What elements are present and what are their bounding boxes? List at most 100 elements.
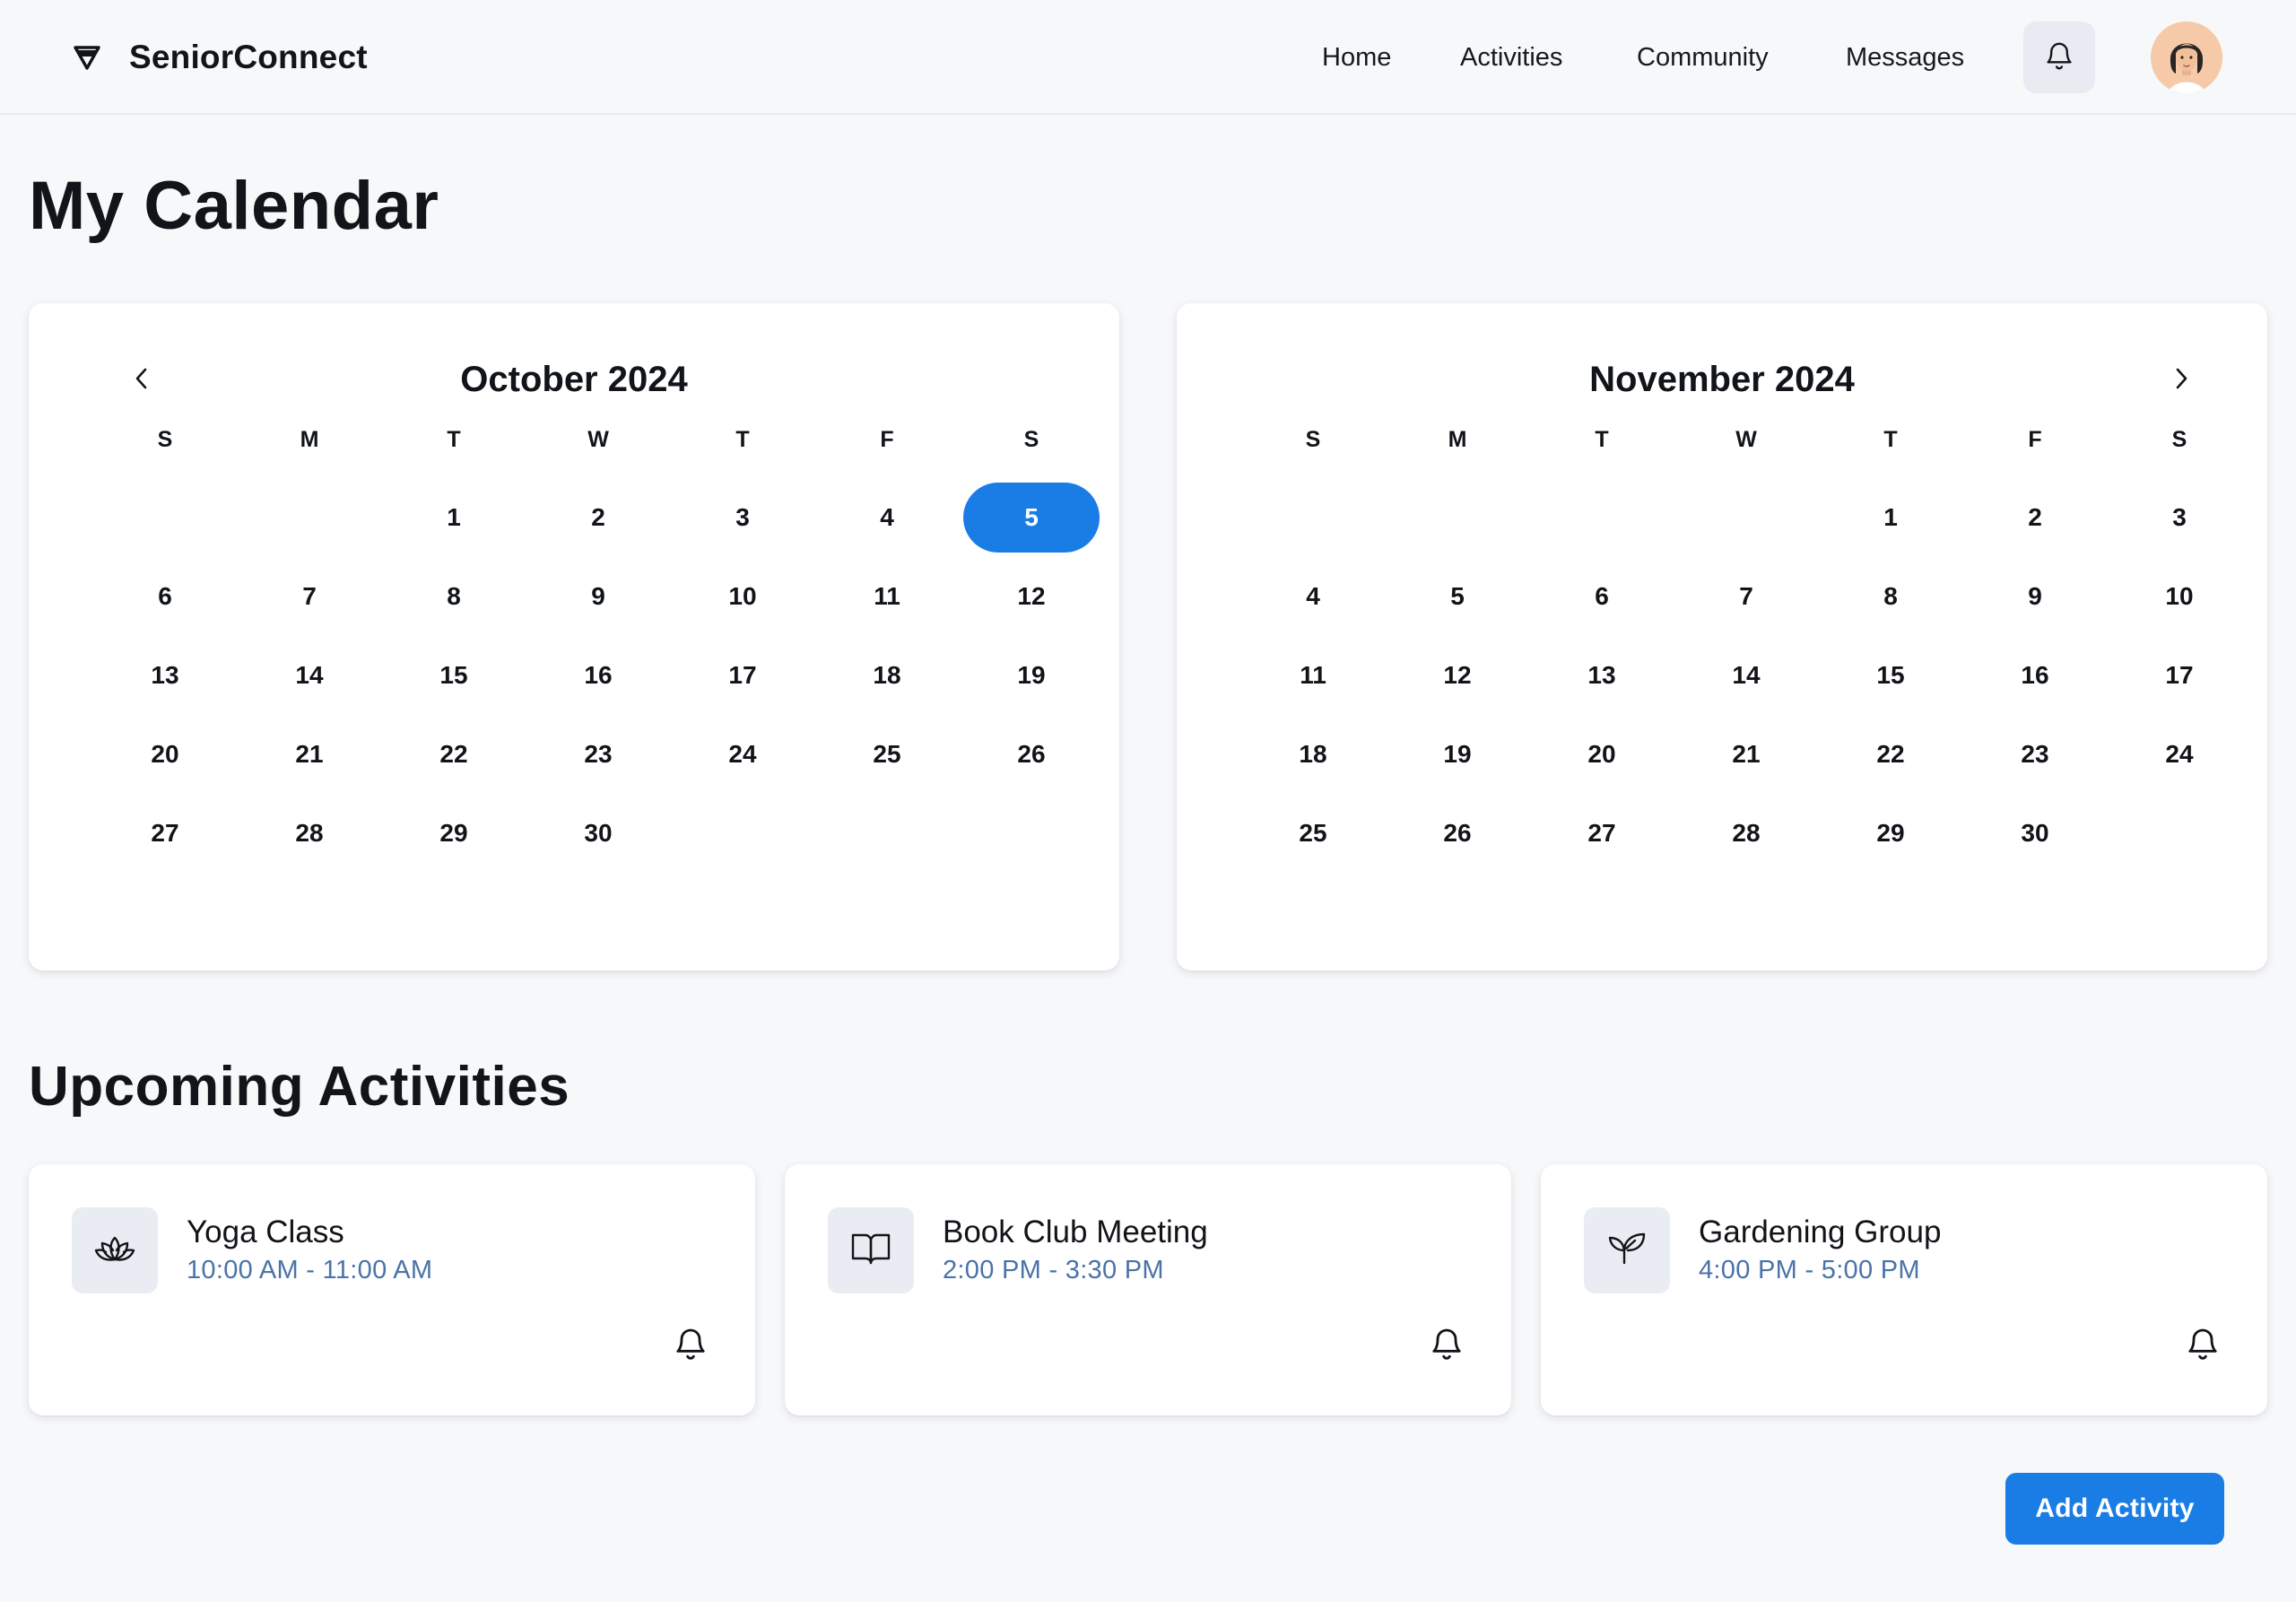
bell-icon bbox=[673, 1324, 709, 1368]
calendar-october: October 2024 S M T W T F S 1 2 3 4 5 6 7 8 9 10 11 12 13 14 1… bbox=[29, 303, 1119, 971]
calendar-day[interactable]: 8 bbox=[1822, 562, 1959, 631]
calendar-day[interactable]: 27 bbox=[1534, 798, 1670, 868]
weekday-header: S bbox=[157, 427, 173, 452]
bell-icon bbox=[2043, 39, 2075, 77]
calendar-day[interactable]: 24 bbox=[2111, 719, 2248, 789]
next-month-button[interactable] bbox=[2163, 362, 2199, 398]
calendar-day[interactable]: 11 bbox=[1245, 640, 1381, 710]
user-avatar[interactable] bbox=[2151, 22, 2222, 93]
bell-icon bbox=[1429, 1324, 1465, 1368]
calendar-day[interactable]: 25 bbox=[1245, 798, 1381, 868]
weekday-header: W bbox=[1735, 427, 1757, 452]
calendar-day[interactable]: 26 bbox=[1389, 798, 1526, 868]
calendar-day[interactable]: 16 bbox=[1967, 640, 2103, 710]
add-activity-button[interactable]: Add Activity bbox=[2005, 1473, 2224, 1545]
calendar-day[interactable]: 17 bbox=[674, 640, 811, 710]
book-icon bbox=[850, 1231, 891, 1271]
calendar-day-selected[interactable]: 5 bbox=[963, 483, 1100, 553]
nav-community[interactable]: Community bbox=[1637, 32, 1769, 83]
calendar-day[interactable]: 21 bbox=[241, 719, 378, 789]
activity-name: Yoga Class bbox=[187, 1215, 344, 1249]
notifications-button[interactable] bbox=[2023, 22, 2095, 93]
calendar-day[interactable]: 2 bbox=[1967, 483, 2103, 553]
calendar-day[interactable]: 14 bbox=[1678, 640, 1814, 710]
calendar-day[interactable]: 28 bbox=[1678, 798, 1814, 868]
calendar-day[interactable]: 10 bbox=[674, 562, 811, 631]
calendar-day[interactable]: 1 bbox=[1822, 483, 1959, 553]
activity-time: 10:00 AM - 11:00 AM bbox=[187, 1256, 433, 1284]
calendar-day[interactable]: 19 bbox=[963, 640, 1100, 710]
weekday-header: S bbox=[2171, 427, 2187, 452]
calendar-day[interactable]: 15 bbox=[386, 640, 522, 710]
shield-logo-icon bbox=[72, 42, 102, 73]
calendar-day[interactable]: 30 bbox=[1967, 798, 2103, 868]
calendar-day[interactable]: 23 bbox=[530, 719, 666, 789]
plant-icon bbox=[1606, 1231, 1648, 1271]
chevron-right-icon bbox=[2171, 365, 2191, 396]
calendar-day[interactable]: 7 bbox=[1678, 562, 1814, 631]
page-title: My Calendar bbox=[29, 168, 439, 244]
calendar-day[interactable]: 12 bbox=[963, 562, 1100, 631]
calendar-day[interactable]: 1 bbox=[386, 483, 522, 553]
weekday-header: T bbox=[1595, 427, 1609, 452]
calendar-day[interactable]: 20 bbox=[97, 719, 233, 789]
calendar-day[interactable]: 8 bbox=[386, 562, 522, 631]
calendar-day[interactable]: 22 bbox=[386, 719, 522, 789]
weekday-header: F bbox=[880, 427, 894, 452]
calendar-day[interactable]: 24 bbox=[674, 719, 811, 789]
calendar-day[interactable]: 12 bbox=[1389, 640, 1526, 710]
calendar-day[interactable]: 17 bbox=[2111, 640, 2248, 710]
calendar-day[interactable]: 26 bbox=[963, 719, 1100, 789]
calendar-day[interactable]: 25 bbox=[819, 719, 955, 789]
calendar-day[interactable]: 13 bbox=[97, 640, 233, 710]
calendar-day[interactable]: 18 bbox=[1245, 719, 1381, 789]
activity-reminder-button[interactable] bbox=[669, 1322, 712, 1369]
weekday-header: W bbox=[587, 427, 609, 452]
activity-reminder-button[interactable] bbox=[1425, 1322, 1468, 1369]
calendar-day[interactable]: 29 bbox=[1822, 798, 1959, 868]
activity-card[interactable]: Yoga Class 10:00 AM - 11:00 AM bbox=[29, 1164, 755, 1415]
calendar-day[interactable]: 20 bbox=[1534, 719, 1670, 789]
calendar-day[interactable]: 3 bbox=[2111, 483, 2248, 553]
calendar-day[interactable]: 30 bbox=[530, 798, 666, 868]
nav-activities[interactable]: Activities bbox=[1460, 32, 1562, 83]
calendar-day[interactable]: 23 bbox=[1967, 719, 2103, 789]
calendar-day[interactable]: 5 bbox=[1389, 562, 1526, 631]
nav-messages[interactable]: Messages bbox=[1846, 32, 1964, 83]
calendar-day[interactable]: 22 bbox=[1822, 719, 1959, 789]
weekday-header: T bbox=[735, 427, 750, 452]
calendar-day[interactable]: 2 bbox=[530, 483, 666, 553]
calendar-november: November 2024 S M T W T F S 1 2 3 4 5 6 7 8 9 10 11 12 13 14… bbox=[1177, 303, 2267, 971]
calendar-day[interactable]: 9 bbox=[530, 562, 666, 631]
calendar-day[interactable]: 3 bbox=[674, 483, 811, 553]
calendar-day[interactable]: 14 bbox=[241, 640, 378, 710]
calendar-day[interactable]: 21 bbox=[1678, 719, 1814, 789]
calendar-day[interactable]: 29 bbox=[386, 798, 522, 868]
calendar-day[interactable]: 16 bbox=[530, 640, 666, 710]
activity-card[interactable]: Gardening Group 4:00 PM - 5:00 PM bbox=[1541, 1164, 2267, 1415]
calendar-day[interactable]: 19 bbox=[1389, 719, 1526, 789]
brand[interactable]: SeniorConnect bbox=[72, 32, 368, 83]
calendar-day[interactable]: 4 bbox=[819, 483, 955, 553]
calendar-day[interactable]: 15 bbox=[1822, 640, 1959, 710]
calendar-day[interactable]: 18 bbox=[819, 640, 955, 710]
calendar-day[interactable]: 9 bbox=[1967, 562, 2103, 631]
calendar-day[interactable]: 6 bbox=[97, 562, 233, 631]
activity-reminder-button[interactable] bbox=[2181, 1322, 2224, 1369]
calendar-day[interactable]: 6 bbox=[1534, 562, 1670, 631]
calendar-day[interactable]: 4 bbox=[1245, 562, 1381, 631]
nav-home[interactable]: Home bbox=[1322, 32, 1391, 83]
calendar-day[interactable]: 13 bbox=[1534, 640, 1670, 710]
weekday-header: M bbox=[1448, 427, 1467, 452]
calendar-day[interactable]: 10 bbox=[2111, 562, 2248, 631]
calendar-day[interactable]: 11 bbox=[819, 562, 955, 631]
activity-card[interactable]: Book Club Meeting 2:00 PM - 3:30 PM bbox=[785, 1164, 1511, 1415]
calendar-day[interactable]: 27 bbox=[97, 798, 233, 868]
calendar-day[interactable]: 28 bbox=[241, 798, 378, 868]
activity-icon-box bbox=[72, 1207, 158, 1293]
top-navigation-bar: SeniorConnect Home Activities Community … bbox=[0, 0, 2296, 115]
bell-icon bbox=[2185, 1324, 2221, 1368]
activity-name: Book Club Meeting bbox=[943, 1215, 1208, 1249]
calendar-day[interactable]: 7 bbox=[241, 562, 378, 631]
activity-time: 2:00 PM - 3:30 PM bbox=[943, 1256, 1164, 1284]
